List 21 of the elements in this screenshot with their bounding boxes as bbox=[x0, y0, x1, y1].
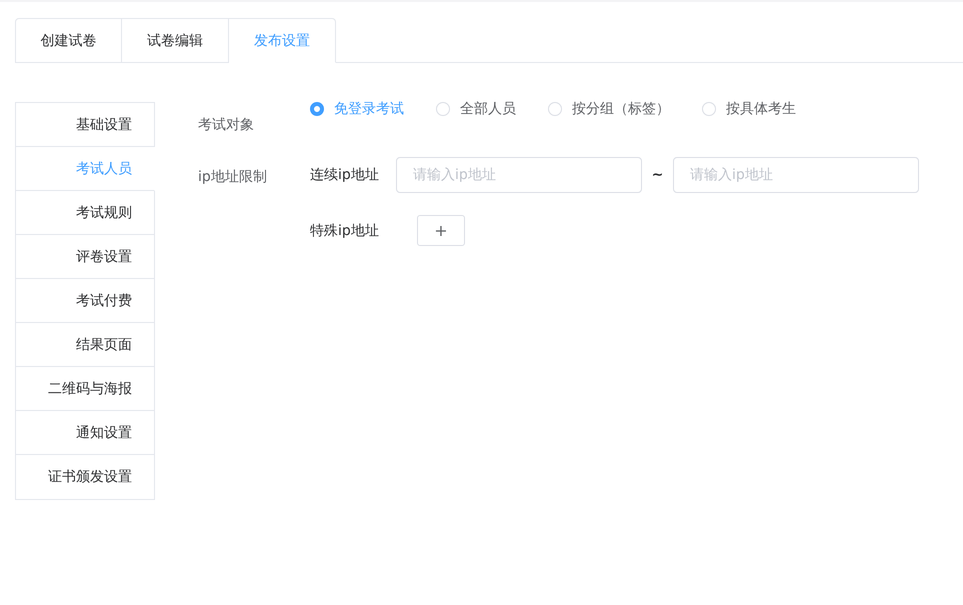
input-field[interactable]: 请输入ip地址 bbox=[673, 157, 919, 193]
range-separator: ~ bbox=[650, 167, 664, 183]
sidebar-item[interactable]: 二维码与海报 bbox=[16, 367, 155, 411]
sidebar-item[interactable]: 评卷设置 bbox=[16, 235, 155, 279]
sidebar-item[interactable]: 结果页面 bbox=[16, 323, 155, 367]
section-label: 考试对象 bbox=[198, 116, 255, 135]
radio-option[interactable]: 按分组（标签） bbox=[548, 100, 670, 118]
sidebar-item[interactable]: 基础设置 bbox=[16, 103, 155, 147]
sidebar-item[interactable]: 考试付费 bbox=[16, 279, 155, 323]
radio-icon[interactable] bbox=[310, 102, 324, 116]
field-label: 连续ip地址 bbox=[310, 166, 380, 184]
tab[interactable]: 创建试卷 bbox=[15, 18, 122, 63]
radio-option[interactable]: 全部人员 bbox=[436, 100, 516, 118]
tab[interactable]: 试卷编辑 bbox=[122, 18, 229, 63]
radio-option[interactable]: 按具体考生 bbox=[702, 100, 796, 118]
input-field[interactable]: 请输入ip地址 bbox=[396, 157, 642, 193]
field-label: 特殊ip地址 bbox=[310, 222, 380, 240]
sidebar-item[interactable]: 考试规则 bbox=[16, 191, 155, 235]
section-label: ip地址限制 bbox=[198, 168, 268, 187]
add-button[interactable]: + bbox=[417, 215, 465, 246]
sidebar-item[interactable]: 通知设置 bbox=[16, 411, 155, 455]
